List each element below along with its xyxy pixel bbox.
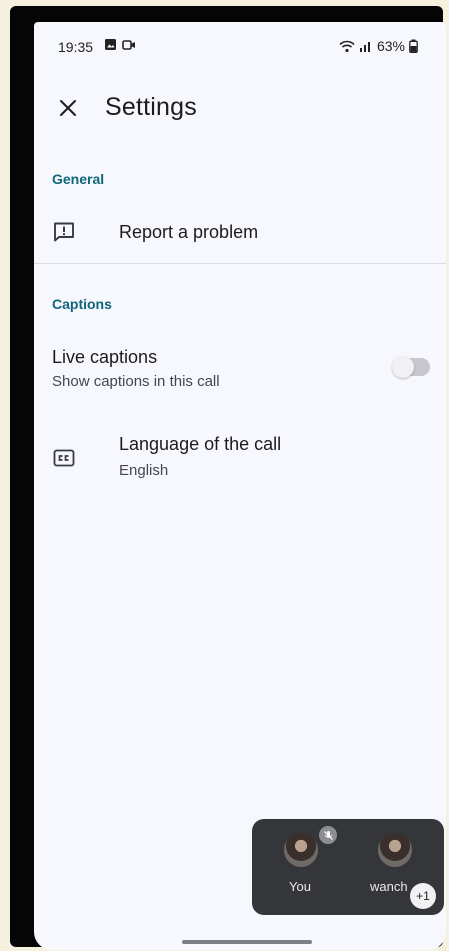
avatar-participant: [378, 833, 412, 867]
battery-percent: 63%: [376, 38, 405, 54]
live-captions-subtitle: Show captions in this call: [52, 373, 220, 390]
image-icon: [105, 39, 116, 50]
status-bar: 19:35 63%: [34, 22, 446, 70]
participant-name: wanch: [370, 879, 408, 894]
close-button[interactable]: [48, 88, 88, 128]
section-header-captions: Captions: [52, 296, 112, 312]
live-captions-row[interactable]: Live captions Show captions in this call: [34, 340, 446, 396]
call-pip-overlay[interactable]: You wanch +1: [252, 819, 444, 915]
page-title: Settings: [105, 93, 197, 121]
participant-name-you: You: [289, 879, 311, 894]
live-captions-toggle[interactable]: [392, 356, 430, 378]
status-time: 19:35: [58, 39, 94, 55]
battery-icon: [409, 39, 418, 53]
app-bar: Settings: [34, 80, 446, 136]
avatar-you: [284, 833, 318, 867]
language-value: English: [119, 462, 169, 479]
closed-caption-icon: [53, 449, 75, 467]
signal-icon: [359, 42, 370, 52]
language-row[interactable]: Language of the call English: [34, 426, 446, 486]
report-problem-label: Report a problem: [119, 222, 259, 242]
mic-off-icon: [323, 830, 333, 840]
toggle-knob: [392, 356, 414, 378]
divider: [34, 263, 446, 264]
feedback-icon: [54, 222, 74, 242]
status-right: 63%: [339, 38, 418, 54]
live-captions-title: Live captions: [52, 347, 158, 367]
section-header-general: General: [52, 171, 105, 187]
report-problem-row[interactable]: Report a problem: [34, 206, 446, 256]
screen: 19:35 63% Settings General Report a prob…: [34, 22, 446, 950]
gesture-nav-handle[interactable]: [182, 940, 312, 944]
status-notification-icons: [104, 38, 136, 51]
close-icon: [60, 100, 76, 116]
phone-frame: 19:35 63% Settings General Report a prob…: [10, 6, 446, 950]
wifi-icon: [339, 40, 355, 52]
video-call-icon: [122, 39, 135, 50]
mic-off-badge: [319, 826, 337, 844]
language-title: Language of the call: [119, 434, 282, 454]
more-participants-badge: +1: [410, 883, 436, 909]
